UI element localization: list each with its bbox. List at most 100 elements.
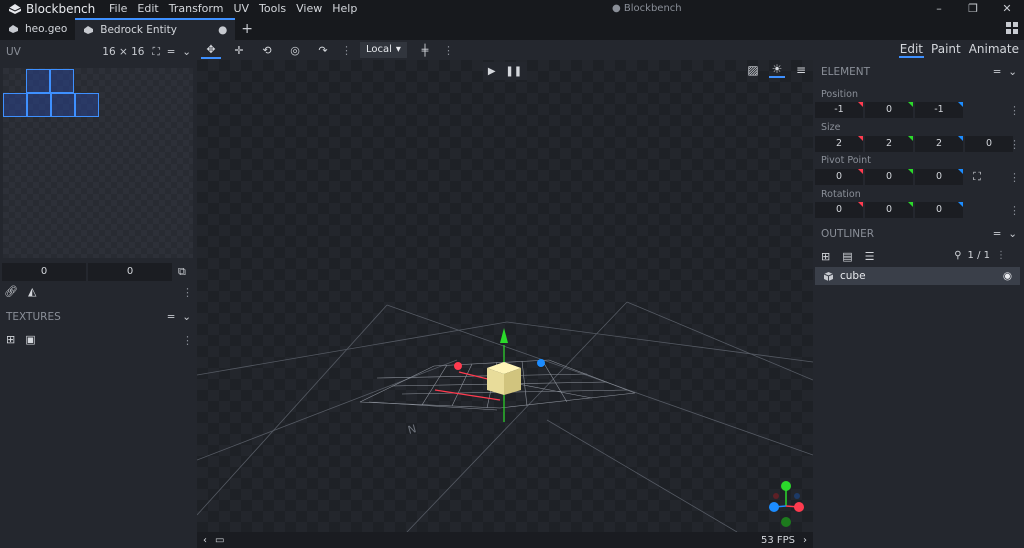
add-group-icon[interactable]: ▤ <box>842 250 852 263</box>
size-x-input[interactable]: 2 <box>815 136 863 152</box>
menu-view[interactable]: View <box>291 0 327 18</box>
pivot-z-input[interactable]: 0 <box>915 169 963 185</box>
position-y-input[interactable]: 0 <box>865 102 913 118</box>
uv-resolution: 16 × 16 <box>102 46 145 58</box>
align-icon[interactable]: ╪ <box>415 41 435 59</box>
element-panel-header: ELEMENT ═ ⌄ <box>821 66 1017 78</box>
chevron-down-icon[interactable]: ⌄ <box>182 46 191 58</box>
tab-label: Bedrock Entity <box>100 24 177 36</box>
north-marker: N <box>406 422 417 437</box>
x-axis-handle[interactable] <box>454 362 462 370</box>
pivot-y-input[interactable]: 0 <box>865 169 913 185</box>
chevron-down-icon[interactable]: ⌄ <box>1008 66 1017 78</box>
cube-mesh[interactable] <box>487 362 521 395</box>
start-screen-icon[interactable] <box>1006 22 1018 34</box>
mode-paint[interactable]: Paint <box>930 42 962 58</box>
y-axis-handle[interactable] <box>500 328 508 343</box>
transform-space-select[interactable]: Local ▾ <box>360 42 407 58</box>
fullscreen-icon[interactable]: ⛶ <box>153 46 160 59</box>
rotation-x-input[interactable]: 0 <box>815 202 863 218</box>
size-label: Size <box>821 122 841 133</box>
add-texture-icon[interactable]: ⊞ <box>6 333 15 346</box>
restore-button[interactable]: ❐ <box>956 0 990 18</box>
view-gizmo[interactable] <box>769 481 804 527</box>
vertex-snap-icon[interactable]: ↷ <box>313 41 333 59</box>
uv-face-down[interactable] <box>50 69 74 93</box>
mode-edit[interactable]: Edit <box>898 42 925 58</box>
pivot-tool-icon[interactable]: ◎ <box>285 41 305 59</box>
pivot-inputs: 0 0 0 ⛶ <box>815 169 989 185</box>
more-options-icon[interactable]: ⋮ <box>1009 171 1020 184</box>
position-x-input[interactable]: -1 <box>815 102 863 118</box>
uv-face-up[interactable] <box>26 69 50 93</box>
drag-handle-icon[interactable]: ═ <box>168 311 174 323</box>
pivot-x-input[interactable]: 0 <box>815 169 863 185</box>
tab-bedrock-entity[interactable]: Bedrock Entity ● <box>75 18 236 40</box>
uv-editor-canvas[interactable] <box>3 68 193 258</box>
collapse-groups-icon[interactable]: ☰ <box>865 250 875 263</box>
drag-handle-icon[interactable]: ═ <box>994 66 1000 78</box>
unsaved-indicator[interactable]: ● <box>218 24 227 36</box>
status-bar: ‹ ▭ 53 FPS › <box>197 532 813 548</box>
more-options-icon[interactable]: ⋮ <box>1009 204 1020 217</box>
uv-face-south[interactable] <box>75 93 99 117</box>
more-options-icon[interactable]: ⋮ <box>182 286 193 299</box>
drag-handle-icon[interactable]: ═ <box>168 46 174 58</box>
search-icon[interactable]: ⚲ <box>954 250 961 261</box>
project-tab-bar: heo.geo Bedrock Entity ● + <box>0 18 1024 40</box>
cube-icon <box>823 271 834 281</box>
chevron-down-icon[interactable]: ⌄ <box>1008 228 1017 240</box>
chevron-left-icon[interactable]: ‹ <box>203 535 207 546</box>
more-options-icon[interactable]: ⋮ <box>182 334 193 347</box>
position-z-input[interactable]: -1 <box>915 102 963 118</box>
new-tab-button[interactable]: + <box>235 18 259 40</box>
menu-help[interactable]: Help <box>327 0 362 18</box>
toolbar-more-icon[interactable]: ⋮ <box>443 44 454 57</box>
z-axis-handle[interactable] <box>537 359 545 367</box>
add-cube-icon[interactable]: ⊞ <box>821 250 830 263</box>
size-z-input[interactable]: 2 <box>915 136 963 152</box>
rotation-y-input[interactable]: 0 <box>865 202 913 218</box>
tab-heo-geo[interactable]: heo.geo <box>0 18 75 40</box>
size-y-input[interactable]: 2 <box>865 136 913 152</box>
rotate-tool-icon[interactable]: ⟲ <box>257 41 277 59</box>
link-icon[interactable]: 🔗︎ <box>4 285 18 298</box>
chevron-right-icon[interactable]: › <box>803 535 807 546</box>
uv-offset-y-input[interactable]: 0 <box>88 263 172 281</box>
menu-bar: File Edit Transform UV Tools View Help <box>104 0 362 18</box>
app-logo: Blockbench <box>0 2 104 16</box>
uv-face-east[interactable] <box>3 93 27 117</box>
rotation-z-input[interactable]: 0 <box>915 202 963 218</box>
menu-edit[interactable]: Edit <box>132 0 163 18</box>
mirror-icon[interactable]: ◭ <box>28 285 36 298</box>
visibility-eye-icon[interactable]: ◉ <box>1003 270 1012 282</box>
drag-handle-icon[interactable]: ═ <box>994 228 1000 240</box>
menu-file[interactable]: File <box>104 0 132 18</box>
chevron-down-icon[interactable]: ⌄ <box>182 311 191 323</box>
viewport-toolbar: ✥ ✛ ⟲ ◎ ↷ ⋮ Local ▾ ╪ ⋮ <box>197 40 813 60</box>
minimize-button[interactable]: – <box>922 0 956 18</box>
move-tool-icon[interactable]: ✥ <box>201 41 221 59</box>
toolbar-more-icon[interactable]: ⋮ <box>341 44 352 57</box>
3d-canvas[interactable]: ▶ ❚❚ ▨ ☀ ≡ N <box>197 60 813 532</box>
viewport: ✥ ✛ ⟲ ◎ ↷ ⋮ Local ▾ ╪ ⋮ ▶ ❚❚ ▨ ☀ ≡ N <box>197 40 813 532</box>
close-button[interactable]: ✕ <box>990 0 1024 18</box>
menu-transform[interactable]: Transform <box>164 0 229 18</box>
import-texture-icon[interactable]: ▣ <box>25 333 35 346</box>
inflate-input[interactable]: 0 <box>965 136 1013 152</box>
uv-offset-x-input[interactable]: 0 <box>2 263 86 281</box>
menu-tools[interactable]: Tools <box>254 0 291 18</box>
more-options-icon[interactable]: ⋮ <box>996 250 1006 261</box>
uv-face-west[interactable] <box>51 93 75 117</box>
menu-uv[interactable]: UV <box>228 0 254 18</box>
uv-face-north[interactable] <box>27 93 51 117</box>
more-options-icon[interactable]: ⋮ <box>1009 138 1020 151</box>
mode-animate[interactable]: Animate <box>968 42 1020 58</box>
center-pivot-icon[interactable]: ⛶ <box>965 169 989 185</box>
title-bar: Blockbench File Edit Transform UV Tools … <box>0 0 1024 18</box>
more-options-icon[interactable]: ⋮ <box>1009 104 1020 117</box>
copy-icon[interactable]: ⧉ <box>178 263 186 281</box>
textures-panel-title: TEXTURES <box>6 311 61 323</box>
resize-tool-icon[interactable]: ✛ <box>229 41 249 59</box>
outliner-item-cube[interactable]: cube ◉ <box>815 267 1020 285</box>
